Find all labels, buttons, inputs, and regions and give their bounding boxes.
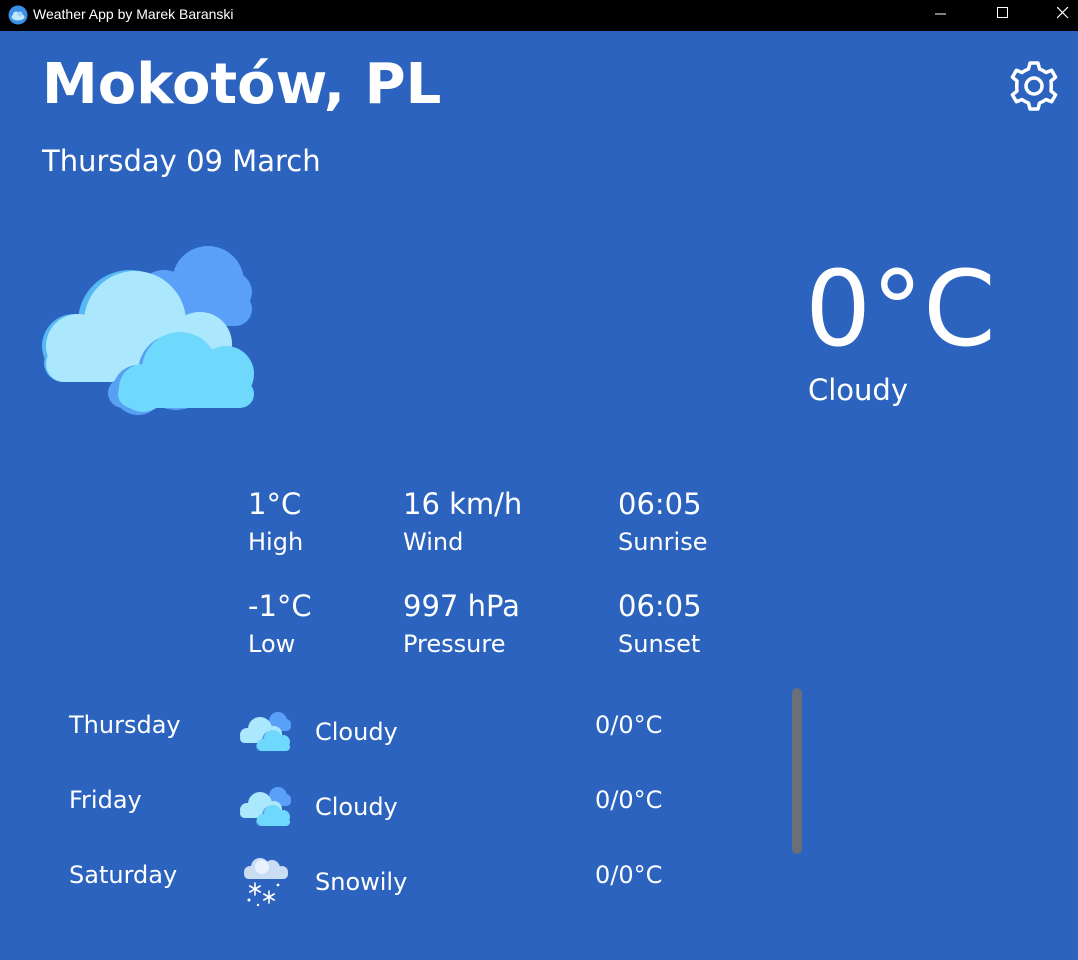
- cloudy-icon: [240, 787, 291, 826]
- city-title: Mokotów, PL: [42, 52, 442, 117]
- wind-value: 16 km/h: [403, 487, 523, 521]
- high-label: High: [248, 528, 304, 556]
- window-title: Weather App by Marek Baranski: [33, 6, 234, 22]
- current-date: Thursday 09 March: [42, 144, 321, 178]
- maximize-icon: [997, 7, 1008, 18]
- forecast-condition: Cloudy: [315, 718, 398, 746]
- low-label: Low: [248, 630, 296, 658]
- pressure-label: Pressure: [403, 630, 506, 658]
- forecast-temp: 0/0°C: [595, 861, 663, 889]
- sunrise-value: 06:05: [618, 487, 702, 521]
- minimize-button[interactable]: [918, 0, 964, 31]
- forecast-temp: 0/0°C: [595, 786, 663, 814]
- gear-icon[interactable]: [1006, 58, 1062, 114]
- forecast-condition: Snowily: [315, 868, 408, 896]
- sunrise-label: Sunrise: [618, 528, 708, 556]
- close-icon: [1057, 7, 1069, 19]
- forecast-day: Saturday: [69, 861, 178, 889]
- cloudy-icon: [42, 246, 254, 415]
- wind-label: Wind: [403, 528, 464, 556]
- low-value: -1°C: [248, 589, 312, 623]
- forecast-temp: 0/0°C: [595, 711, 663, 739]
- high-value: 1°C: [248, 487, 302, 521]
- pressure-value: 997 hPa: [403, 589, 520, 623]
- close-button[interactable]: [1040, 0, 1078, 31]
- snow-icon: [244, 858, 288, 907]
- cloudy-icon: [240, 712, 291, 751]
- minimize-icon: [935, 13, 946, 15]
- window-titlebar: Weather App by Marek Baranski: [0, 0, 1078, 31]
- sunset-value: 06:05: [618, 589, 702, 623]
- forecast-day: Friday: [69, 786, 142, 814]
- forecast-condition: Cloudy: [315, 793, 398, 821]
- current-condition: Cloudy: [808, 373, 908, 407]
- weather-app-icon: [8, 5, 28, 25]
- forecast-scrollbar[interactable]: [792, 688, 802, 854]
- maximize-button[interactable]: [980, 0, 1026, 31]
- sunset-label: Sunset: [618, 630, 701, 658]
- forecast-day: Thursday: [69, 711, 181, 739]
- current-temperature: 0°C: [805, 248, 996, 370]
